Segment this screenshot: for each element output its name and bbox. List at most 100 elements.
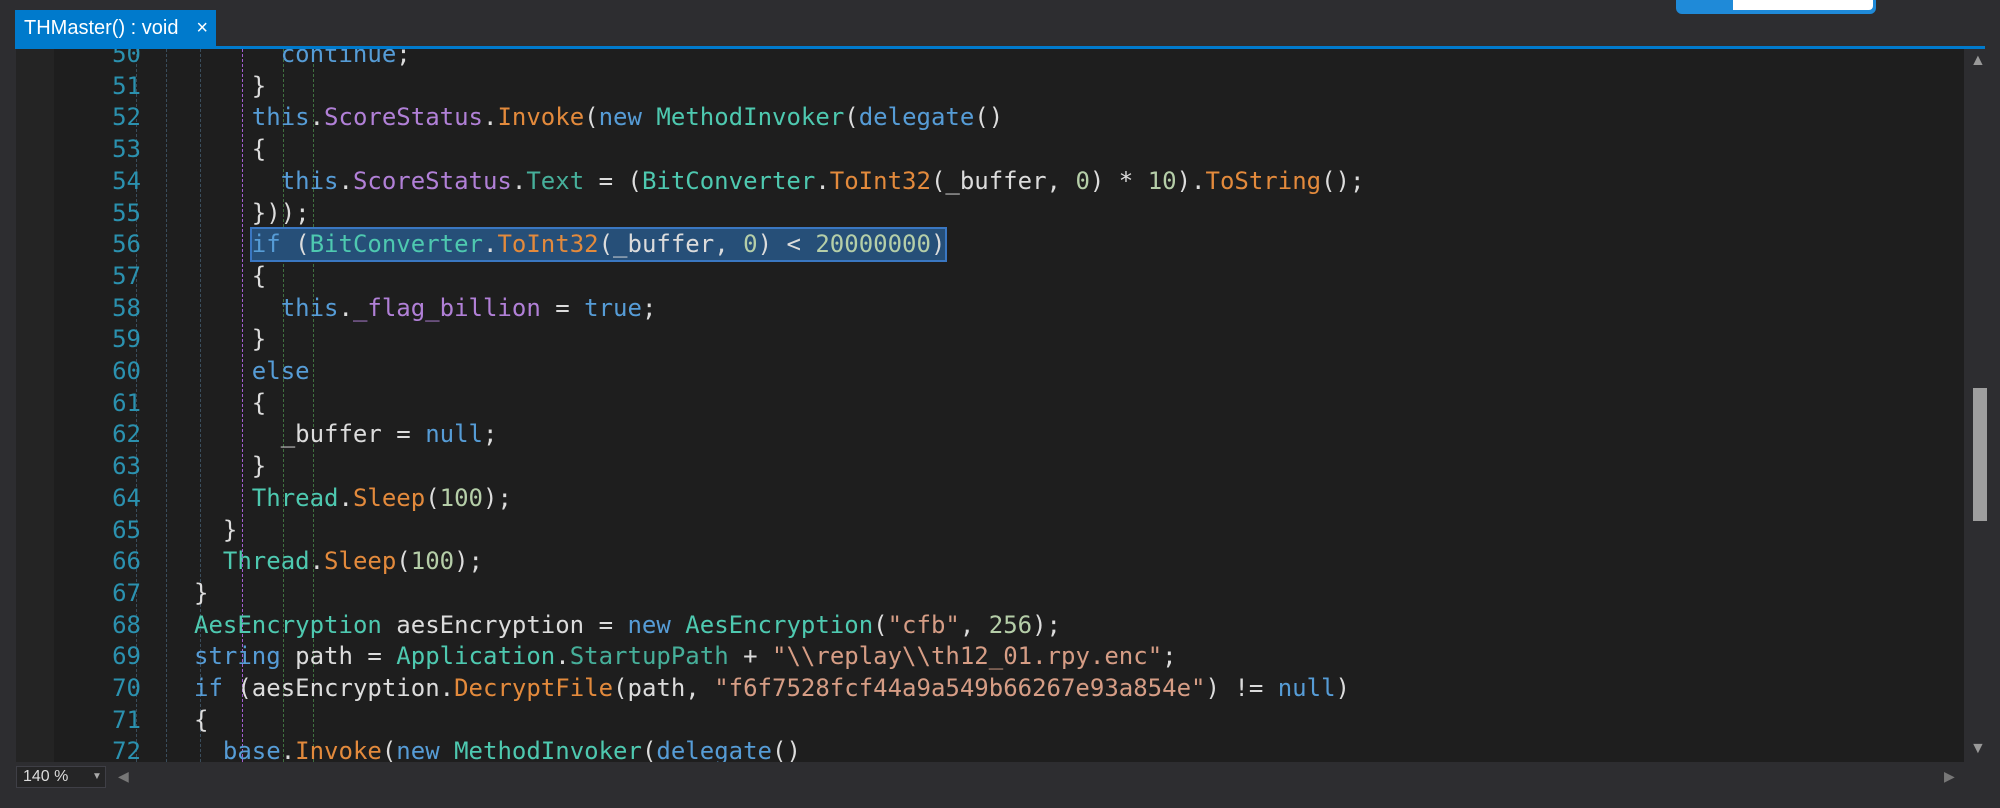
scroll-up-icon[interactable]: ▲ xyxy=(1970,52,1986,70)
code-line[interactable]: 54 this.ScoreStatus.Text = (BitConverter.… xyxy=(16,166,1964,197)
code-token: ); xyxy=(454,547,484,576)
line-number: 53 xyxy=(112,135,141,164)
code-line[interactable]: 64 Thread.Sleep(100); xyxy=(16,483,1964,514)
code-line[interactable]: 71 { xyxy=(16,705,1964,736)
code-line[interactable]: 57 { xyxy=(16,261,1964,292)
search-input[interactable] xyxy=(1733,0,1873,10)
code-line[interactable]: 55})); xyxy=(16,198,1964,229)
code-token: { xyxy=(194,705,209,734)
chevron-down-icon[interactable]: ▼ xyxy=(88,766,106,788)
code-token: 10 xyxy=(1147,166,1177,195)
code-line[interactable]: 50 continue; xyxy=(16,49,1964,70)
tab-title: THMaster() : void xyxy=(24,17,179,39)
code-line[interactable]: 62 _buffer = null; xyxy=(16,419,1964,450)
code-text: else xyxy=(252,356,310,387)
code-line[interactable]: 61 { xyxy=(16,388,1964,419)
code-text: base.Invoke(new MethodInvoker(delegate() xyxy=(223,736,801,762)
code-token: } xyxy=(194,578,209,607)
code-area[interactable]: 50 continue; 51} 52 this.ScoreStatus.Invoke(… xyxy=(16,49,1964,762)
code-line[interactable]: 66 Thread.Sleep(100); xyxy=(16,546,1964,577)
code-token: this xyxy=(251,103,310,132)
code-line[interactable]: 69 string path = Application.StartupPath … xyxy=(16,641,1964,672)
code-token: "\\replay\\th12_01.rpy.enc" xyxy=(772,642,1163,671)
code-line[interactable]: 67} xyxy=(16,578,1964,609)
code-line[interactable]: 52 this.ScoreStatus.Invoke(new MethodInvo… xyxy=(16,102,1964,133)
code-line[interactable]: 58 this._flag_billion = true; xyxy=(16,293,1964,324)
code-token: . xyxy=(483,103,498,132)
code-token: continue xyxy=(280,49,397,68)
code-token: "cfb" xyxy=(887,610,960,639)
code-text: { xyxy=(252,388,266,419)
code-token: ; xyxy=(641,293,657,322)
code-line[interactable]: 51} xyxy=(16,71,1964,102)
code-token: Text xyxy=(526,166,585,195)
code-text: this.ScoreStatus.Invoke(new MethodInvoke… xyxy=(252,102,1003,133)
line-number: 71 xyxy=(112,705,141,734)
code-line[interactable]: 59} xyxy=(16,324,1964,355)
line-number: 68 xyxy=(112,610,141,639)
code-token: Sleep xyxy=(352,483,426,512)
code-token: AesEncryption xyxy=(194,610,382,639)
code-token: . xyxy=(338,483,353,512)
code-token: ) < xyxy=(757,230,816,259)
code-token: 100 xyxy=(439,483,484,512)
code-token: 0 xyxy=(743,230,758,259)
code-token: ( xyxy=(584,103,599,132)
code-token: ScoreStatus xyxy=(352,166,512,195)
code-token: ; xyxy=(482,420,498,449)
close-icon[interactable]: × xyxy=(196,17,208,40)
line-number: 59 xyxy=(112,325,141,354)
line-number: 64 xyxy=(112,483,141,512)
scroll-down-icon[interactable]: ▼ xyxy=(1970,740,1986,758)
code-token: this xyxy=(280,293,339,322)
code-line[interactable]: 70 if (aesEncryption.DecryptFile(path, "f… xyxy=(16,673,1964,704)
code-token: ) != xyxy=(1205,674,1278,702)
line-number: 54 xyxy=(112,166,141,195)
code-token: MethodInvoker xyxy=(656,103,845,132)
vertical-scroll-thumb[interactable] xyxy=(1973,388,1987,521)
code-line[interactable]: 53 { xyxy=(16,134,1964,165)
code-token: MethodInvoker xyxy=(454,737,642,762)
line-number: 66 xyxy=(112,547,141,576)
code-text: this._flag_billion = true; xyxy=(281,293,657,324)
code-token: base xyxy=(222,737,281,762)
code-token: (); xyxy=(1321,166,1365,195)
code-line[interactable]: 68 AesEncryption aesEncryption = new AesE… xyxy=(16,610,1964,641)
scroll-left-icon[interactable]: ◀ xyxy=(118,768,129,785)
code-token: ); xyxy=(1032,610,1062,639)
code-token: if xyxy=(251,230,281,259)
code-token: ( xyxy=(641,737,657,762)
code-token: () xyxy=(974,103,1004,132)
line-number: 57 xyxy=(112,261,141,290)
code-line[interactable]: 60 else xyxy=(16,356,1964,387)
code-token: ). xyxy=(1176,166,1206,195)
code-editor[interactable]: 50 continue; 51} 52 this.ScoreStatus.Invoke(… xyxy=(16,49,1964,762)
code-text: if (aesEncryption.DecryptFile(path, "f6f… xyxy=(194,673,1350,704)
code-line[interactable]: 72 base.Invoke(new MethodInvoker(delegate… xyxy=(16,736,1964,762)
code-token: true xyxy=(584,293,642,322)
code-token: AesEncryption xyxy=(685,610,874,639)
code-token: . xyxy=(309,103,325,132)
tab-thmaster[interactable]: THMaster() : void × xyxy=(15,10,216,47)
code-line[interactable]: 63} xyxy=(16,451,1964,482)
code-text: } xyxy=(194,578,208,609)
code-text: continue; xyxy=(281,49,411,70)
code-token: _flag_billion xyxy=(352,293,541,322)
scroll-right-icon[interactable]: ▶ xyxy=(1944,768,1955,785)
code-token: ) xyxy=(930,230,946,259)
code-token: Thread xyxy=(222,547,310,576)
code-token: Thread xyxy=(251,483,339,512)
code-line[interactable]: 56 if (BitConverter.ToInt32(_buffer, 0) <… xyxy=(16,227,1964,263)
code-token: null xyxy=(1277,674,1336,702)
code-token: = xyxy=(540,293,585,322)
code-token: { xyxy=(251,135,267,164)
code-token: ( xyxy=(280,230,310,259)
code-line[interactable]: 65} xyxy=(16,515,1964,546)
code-token: new xyxy=(598,103,642,132)
code-token: if xyxy=(194,674,223,702)
code-token: . xyxy=(511,166,527,195)
code-token: aesEncryption = xyxy=(381,610,628,639)
horizontal-scrollbar[interactable] xyxy=(110,768,1960,786)
line-number: 50 xyxy=(112,49,141,68)
code-text: this.ScoreStatus.Text = (BitConverter.To… xyxy=(281,166,1365,197)
